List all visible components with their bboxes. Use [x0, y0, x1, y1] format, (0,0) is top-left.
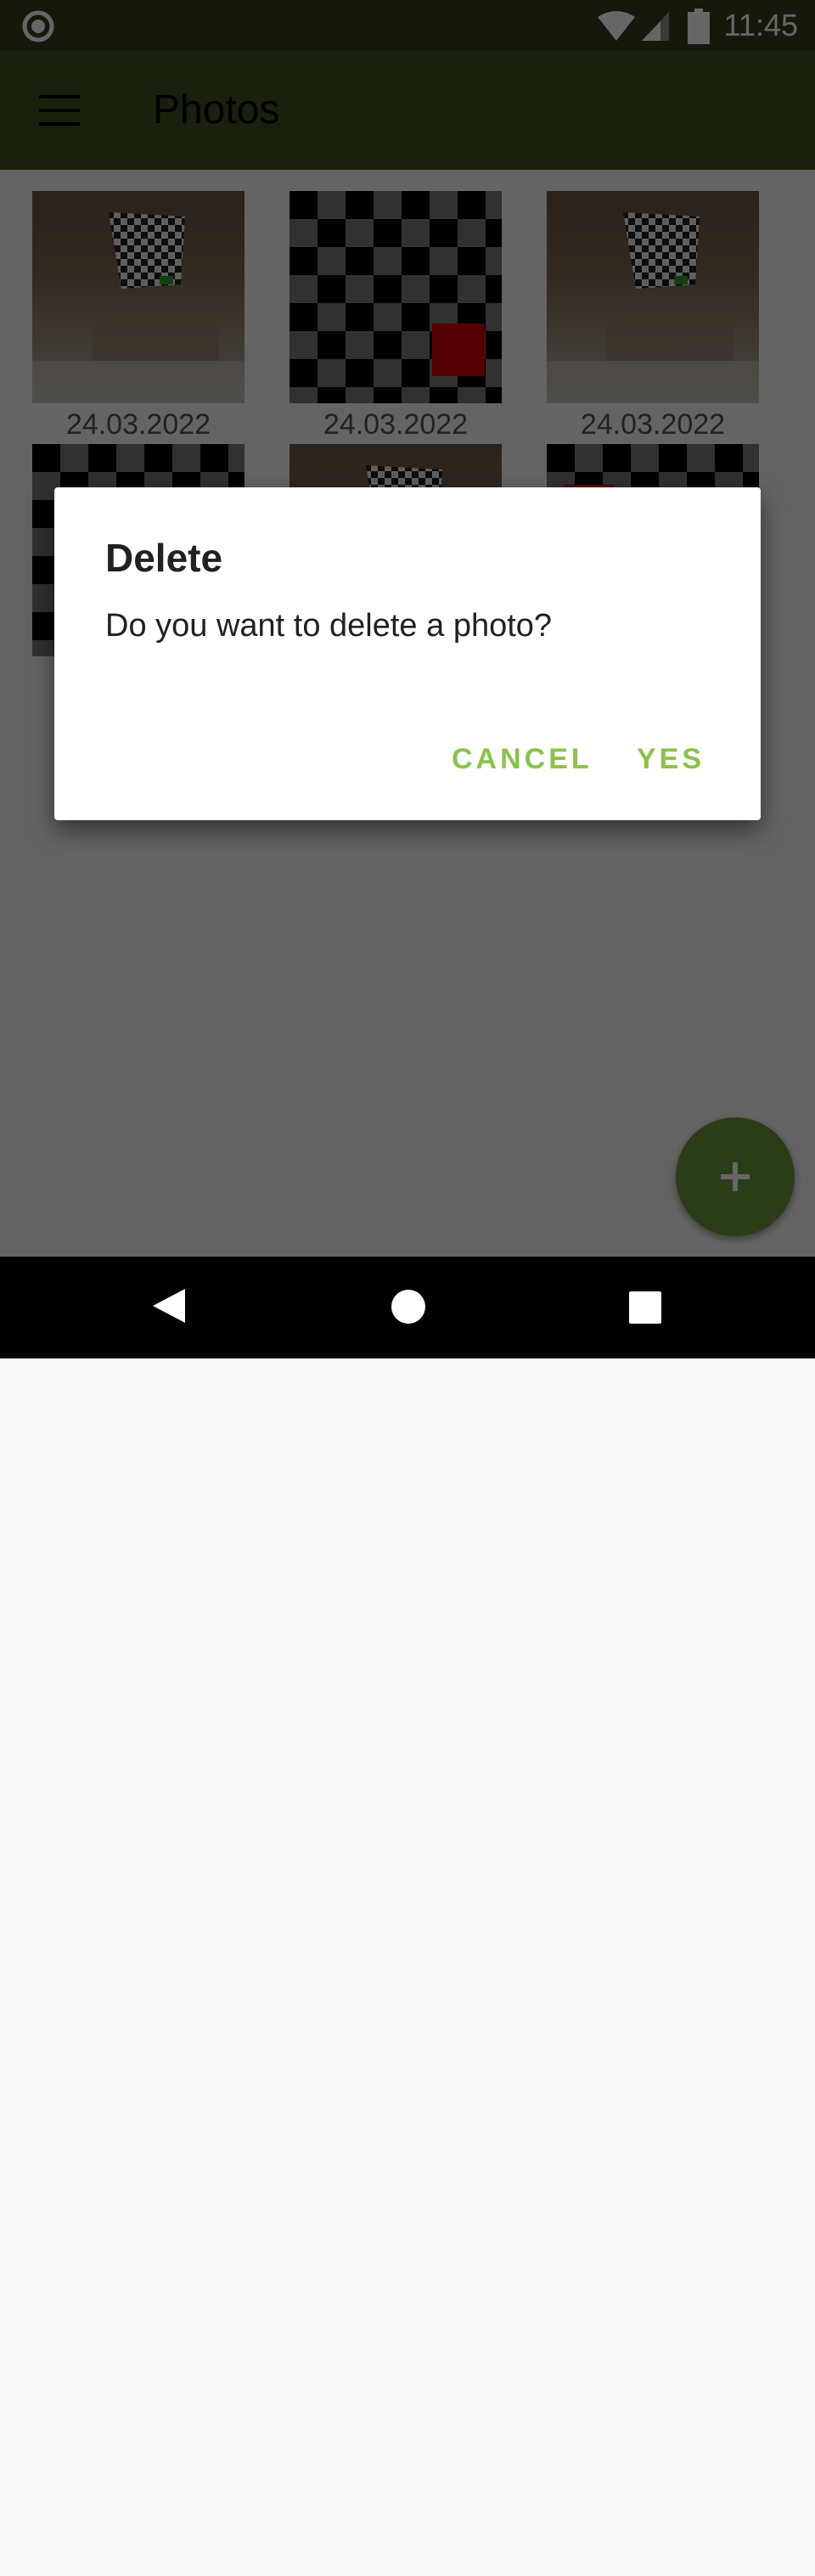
back-icon[interactable]: [151, 1287, 187, 1325]
yes-button[interactable]: YES: [637, 740, 705, 778]
room-photo-image: [547, 212, 759, 403]
page-title: Photos: [153, 87, 280, 132]
hamburger-menu-icon[interactable]: [39, 95, 80, 126]
status-bar: 11:45: [0, 0, 815, 51]
room-photo-image: [32, 212, 244, 403]
photo-date: 24.03.2022: [65, 408, 211, 441]
photo-thumbnail[interactable]: [547, 191, 759, 403]
photo-date: 24.03.2022: [323, 408, 469, 441]
dialog-title: Delete: [105, 536, 223, 580]
add-photo-button[interactable]: [676, 1117, 795, 1236]
battery-icon: [688, 8, 710, 44]
home-icon[interactable]: [391, 1289, 426, 1325]
back-icon[interactable]: [151, 2540, 187, 2576]
dialog-message: Do you want to delete a photo?: [105, 608, 553, 644]
cell-signal-icon: [642, 12, 669, 41]
cancel-button[interactable]: CANCEL: [452, 740, 593, 778]
photo-thumbnail[interactable]: [289, 191, 502, 403]
wifi-icon: [598, 11, 635, 41]
plus-icon: [721, 1162, 750, 1191]
recents-icon[interactable]: [628, 1291, 662, 1325]
delete-dialog: Delete Do you want to delete a photo? CA…: [54, 487, 761, 820]
photo-thumbnail[interactable]: [32, 191, 244, 403]
status-time: 11:45: [723, 8, 798, 42]
photo-date: 24.03.2022: [580, 408, 726, 441]
app-bar: [0, 51, 815, 170]
notification-circle-icon: [22, 10, 54, 42]
